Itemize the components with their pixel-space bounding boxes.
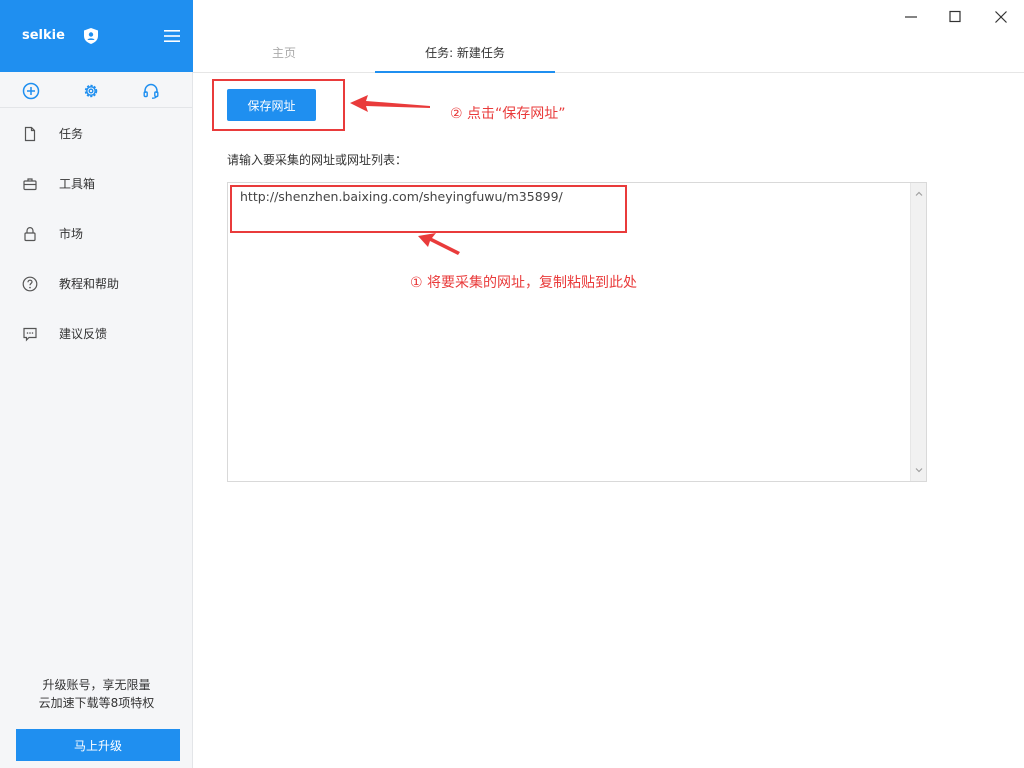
close-icon[interactable] (989, 6, 1013, 28)
brand-name: selkie (22, 28, 65, 43)
tab-bar: 主页 任务: 新建任务 (193, 40, 1024, 73)
user-badge-icon[interactable] (84, 28, 98, 44)
lock-icon (24, 226, 36, 242)
promo-line-1: 升级账号，享无限量 (42, 678, 151, 692)
toolbox-icon (23, 178, 37, 191)
sidebar-item-help[interactable]: 教程和帮助 (0, 264, 192, 304)
scroll-down-icon[interactable] (914, 465, 924, 475)
sidebar-item-label: 市场 (59, 227, 84, 241)
gear-icon[interactable] (82, 82, 100, 100)
plus-circle-icon[interactable] (22, 82, 40, 100)
tab-home[interactable]: 主页 (193, 44, 375, 73)
highlight-url-input (230, 185, 627, 233)
arrow-to-save-icon (350, 95, 430, 112)
minimize-icon[interactable] (899, 6, 923, 28)
upgrade-promo: 升级账号，享无限量 云加速下载等8项特权 (0, 676, 193, 712)
textarea-scrollbar[interactable] (910, 183, 926, 481)
chat-icon (23, 327, 37, 342)
sidebar-item-label: 任务 (59, 127, 84, 141)
document-icon (24, 126, 36, 142)
highlight-save-button (212, 79, 345, 131)
scroll-up-icon[interactable] (914, 189, 924, 199)
upgrade-button[interactable]: 马上升级 (16, 729, 180, 761)
help-circle-icon (22, 276, 38, 292)
sidebar-header: selkie (0, 0, 193, 72)
tab-new-task[interactable]: 任务: 新建任务 (375, 44, 555, 73)
sidebar-item-label: 工具箱 (59, 177, 96, 191)
sidebar: selkie 任务 工具箱 市场 教程和帮助 建议反馈 升级账号，享无限量 云加… (0, 0, 193, 768)
arrow-to-input-icon (418, 233, 460, 255)
maximize-icon[interactable] (943, 6, 967, 28)
quick-action-bar (0, 72, 193, 108)
headset-icon[interactable] (142, 82, 160, 100)
sidebar-item-label: 教程和帮助 (59, 277, 120, 291)
hamburger-menu-icon[interactable] (164, 30, 180, 42)
sidebar-item-feedback[interactable]: 建议反馈 (0, 314, 192, 354)
sidebar-item-label: 建议反馈 (59, 327, 108, 341)
promo-line-2: 云加速下载等8项特权 (38, 696, 155, 710)
sidebar-item-market[interactable]: 市场 (0, 214, 192, 254)
sidebar-item-tasks[interactable]: 任务 (0, 114, 192, 154)
url-input-label: 请输入要采集的网址或网址列表： (227, 153, 408, 167)
sidebar-item-toolbox[interactable]: 工具箱 (0, 164, 192, 204)
annotation-step-1: ① 将要采集的网址，复制粘贴到此处 (410, 275, 638, 291)
annotation-step-2: ② 点击“保存网址” (450, 106, 566, 122)
